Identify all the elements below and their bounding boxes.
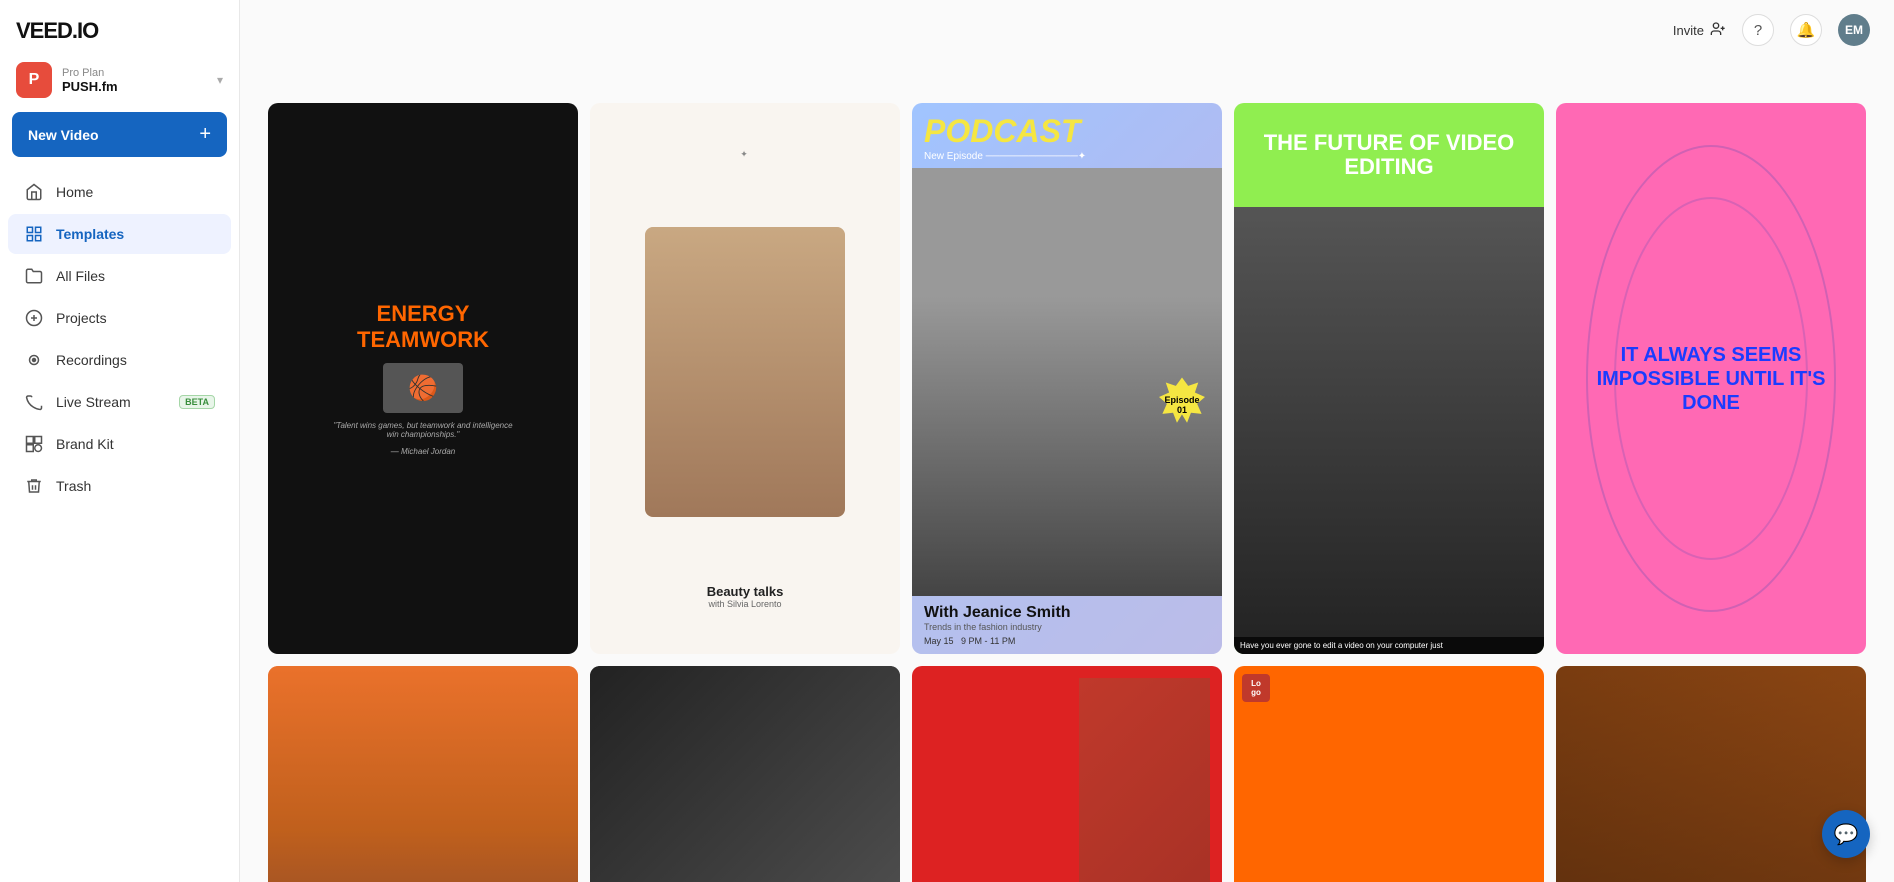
sidebar-item-all-files-label: All Files [56, 268, 105, 284]
live-stream-icon [24, 392, 44, 412]
sidebar-item-trash[interactable]: Trash [8, 466, 231, 506]
recordings-icon [24, 350, 44, 370]
plan-switcher[interactable]: P Pro Plan PUSH.fm ▾ [0, 54, 239, 112]
projects-icon [24, 308, 44, 328]
notifications-button[interactable]: 🔔 [1790, 14, 1822, 46]
main-content: Invite ? 🔔 EM Templates ENERGYTeamwork 🏀… [240, 0, 1894, 882]
sidebar-item-home-label: Home [56, 184, 93, 200]
template-card-beauty[interactable]: ✦ Beauty talks with Silvia Lorento [590, 103, 900, 654]
sidebar-item-templates-label: Templates [56, 226, 124, 242]
folder-icon [24, 266, 44, 286]
podcast-date: May 15 9 PM - 11 PM [924, 636, 1210, 646]
chat-button[interactable]: 💬 [1822, 810, 1870, 858]
sidebar-item-templates[interactable]: Templates [8, 214, 231, 254]
brand-kit-icon [24, 434, 44, 454]
new-video-label: New Video [28, 127, 99, 143]
energy-quote: "Talent wins games, but teamwork and int… [333, 421, 512, 439]
sidebar-item-trash-label: Trash [56, 478, 91, 494]
invite-person-icon [1710, 21, 1726, 40]
template-card-sunset[interactable]: EVERY SUNSET IS AN OPPORTUNITY TO RESET … [268, 666, 578, 882]
plus-icon: + [199, 123, 211, 146]
plan-info: Pro Plan PUSH.fm [62, 67, 118, 94]
podcast-host: With Jeanice Smith [924, 604, 1210, 622]
science-logo: Logo [1242, 674, 1270, 702]
template-card-impossible[interactable]: IT ALWAYS SEEMS IMPOSSIBLE UNTIL IT'S DO… [1556, 103, 1866, 654]
beta-badge: BETA [179, 395, 215, 409]
podcast-new-episode: New Episode ─────────────✦ [924, 151, 1210, 162]
energy-title: ENERGYTeamwork [333, 301, 512, 353]
bell-icon: 🔔 [1797, 21, 1816, 39]
sidebar-item-live-stream[interactable]: Live Stream BETA [8, 382, 231, 422]
templates-grid: ENERGYTeamwork 🏀 "Talent wins games, but… [268, 103, 1866, 882]
sidebar-item-home[interactable]: Home [8, 172, 231, 212]
template-card-energy[interactable]: ENERGYTeamwork 🏀 "Talent wins games, but… [268, 103, 578, 654]
sidebar-item-recordings[interactable]: Recordings [8, 340, 231, 380]
sidebar-item-projects[interactable]: Projects [8, 298, 231, 338]
user-avatar[interactable]: EM [1838, 14, 1870, 46]
future-caption: Have you ever gone to edit a video on yo… [1234, 637, 1544, 654]
help-button[interactable]: ? [1742, 14, 1774, 46]
invite-label: Invite [1673, 23, 1704, 38]
plan-name: Pro Plan [62, 67, 118, 79]
home-icon [24, 182, 44, 202]
plan-icon: P [16, 62, 52, 98]
sidebar: VEED.IO P Pro Plan PUSH.fm ▾ New Video +… [0, 0, 240, 882]
plan-company: PUSH.fm [62, 79, 118, 94]
template-card-podcast[interactable]: PODCAST New Episode ─────────────✦ Episo… [912, 103, 1222, 654]
template-card-cheers-dad[interactable]: CheersDad! ✦ [1556, 666, 1866, 882]
question-icon: ? [1754, 22, 1762, 39]
template-card-future[interactable]: THE FUTURE OF VIDEO EDITING Have you eve… [1234, 103, 1544, 654]
chevron-down-icon: ▾ [217, 73, 223, 87]
invite-button[interactable]: Invite [1673, 21, 1726, 40]
podcast-title: PODCAST [924, 115, 1210, 147]
header-toolbar: Invite ? 🔔 EM [240, 0, 1894, 60]
app-logo: VEED.IO [0, 0, 239, 54]
energy-attribution: — Michael Jordan [333, 447, 512, 456]
sidebar-item-live-stream-label: Live Stream [56, 394, 131, 410]
template-card-hiring[interactable]: WE AREHIRING Computer Engineers LOGO HER… [590, 666, 900, 882]
template-card-fathers-day[interactable]: Up his game this Father's Day Visit www.… [912, 666, 1222, 882]
trash-icon [24, 476, 44, 496]
templates-icon [24, 224, 44, 244]
sidebar-item-brand-kit[interactable]: Brand Kit [8, 424, 231, 464]
sidebar-item-all-files[interactable]: All Files [8, 256, 231, 296]
chat-icon: 💬 [1834, 822, 1859, 847]
sidebar-item-brand-kit-label: Brand Kit [56, 436, 114, 452]
podcast-tag: Trends in the fashion industry [924, 622, 1210, 632]
new-video-button[interactable]: New Video + [12, 112, 227, 157]
sidebar-item-projects-label: Projects [56, 310, 107, 326]
template-card-science[interactable]: Logo Science Matters With 3 Amazing Thin… [1234, 666, 1544, 882]
future-title: THE FUTURE OF VIDEO EDITING [1246, 115, 1532, 195]
sidebar-item-recordings-label: Recordings [56, 352, 127, 368]
